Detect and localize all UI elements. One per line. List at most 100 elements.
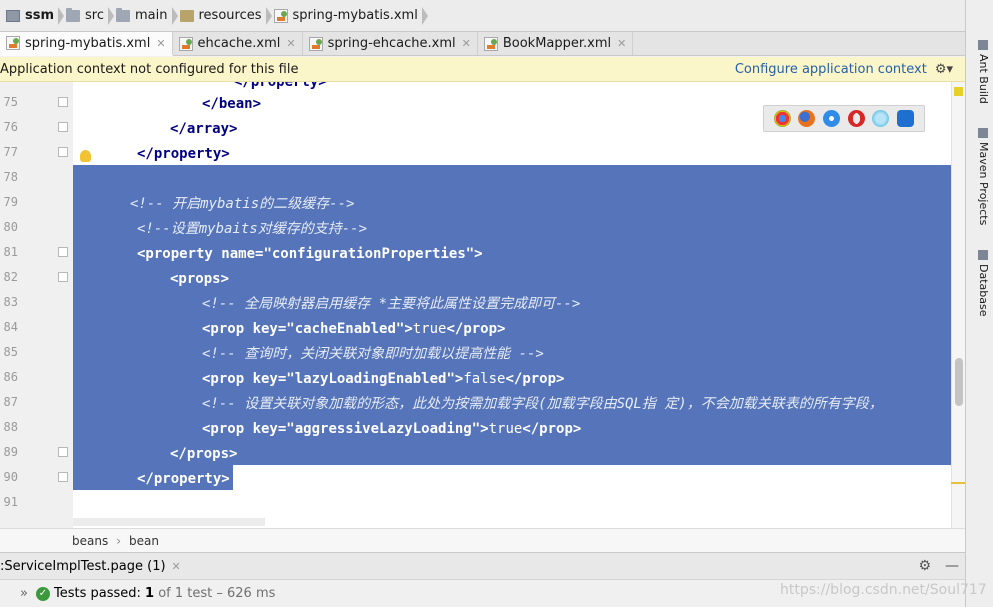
- gear-icon[interactable]: ⚙: [918, 558, 931, 574]
- xml-text: true: [412, 321, 447, 337]
- tab-bookmapper[interactable]: BookMapper.xml ✕: [478, 32, 634, 55]
- crumb-label: main: [135, 8, 168, 23]
- line-number: 87: [3, 395, 18, 409]
- code-line-82: <props>: [170, 267, 229, 292]
- tool-label: Database: [977, 264, 990, 317]
- folder-icon: [116, 7, 131, 22]
- crumb-label: src: [85, 8, 105, 23]
- xml-crumb-beans[interactable]: beans: [72, 534, 108, 548]
- horizontal-scrollbar[interactable]: [73, 518, 265, 526]
- xml-tag: >: [480, 421, 489, 437]
- crumb-label: spring-mybatis.xml: [292, 8, 418, 23]
- crumb-src[interactable]: src: [60, 4, 115, 28]
- database-tool[interactable]: Database: [972, 250, 990, 317]
- fold-marker[interactable]: [58, 122, 68, 132]
- close-icon[interactable]: ✕: [172, 560, 181, 573]
- open-in-browser-bar: [763, 105, 925, 132]
- edge-icon[interactable]: [897, 110, 915, 127]
- xml-attr: key=: [252, 371, 287, 387]
- opera-icon[interactable]: [847, 110, 865, 127]
- fold-marker[interactable]: [58, 97, 68, 107]
- xml-attr: key=: [252, 321, 287, 337]
- module-icon: [6, 9, 20, 22]
- warning-marker[interactable]: [954, 87, 963, 96]
- tab-ehcache[interactable]: ehcache.xml ✕: [173, 32, 303, 55]
- tab-label: spring-mybatis.xml: [25, 35, 151, 51]
- line-number: 91: [3, 495, 18, 509]
- crumb-file[interactable]: spring-mybatis.xml: [268, 4, 428, 28]
- gear-icon[interactable]: ⚙▾: [935, 62, 953, 77]
- code-line-75: </bean>: [202, 92, 261, 117]
- lightbulb-icon[interactable]: [80, 150, 91, 162]
- scrollbar-thumb[interactable]: [955, 358, 963, 406]
- crumb-project[interactable]: ssm: [0, 4, 65, 28]
- xml-tag: </prop>: [446, 321, 506, 337]
- line-number: 75: [3, 95, 18, 109]
- status-prefix: Tests passed:: [53, 586, 141, 601]
- xml-file-icon: [178, 36, 193, 51]
- minimize-icon[interactable]: —: [945, 558, 959, 574]
- xml-tag: <prop: [202, 421, 253, 437]
- xml-tag: >: [474, 246, 483, 262]
- xml-file-icon: [273, 8, 288, 23]
- xml-tag: </prop>: [505, 371, 565, 387]
- status-suffix: of 1 test – 626 ms: [158, 586, 276, 601]
- tab-label: spring-ehcache.xml: [327, 36, 456, 51]
- vertical-scrollbar[interactable]: [951, 82, 965, 528]
- xml-tag: </property>: [137, 471, 230, 487]
- ant-build-tool[interactable]: Ant Build: [972, 40, 990, 104]
- selection-marker: [951, 482, 965, 484]
- crumb-main[interactable]: main: [110, 4, 178, 28]
- code-editor[interactable]: 75 76 77 78 79 80 81 82 83 84 85 86 87 8…: [0, 82, 965, 528]
- chrome-icon[interactable]: [773, 110, 791, 127]
- tab-label: ehcache.xml: [197, 36, 281, 51]
- xml-tag: </property>: [234, 82, 327, 90]
- xml-value: "lazyLoadingEnabled": [286, 371, 455, 387]
- run-panel-header: :ServiceImplTest.page (1) ✕ ⚙ —: [0, 552, 965, 579]
- code-line-90: </property>: [137, 467, 230, 492]
- code-line-77: </property>: [137, 142, 230, 167]
- close-icon[interactable]: ✕: [617, 37, 626, 50]
- tab-spring-ehcache[interactable]: spring-ehcache.xml ✕: [303, 32, 478, 55]
- tab-spring-mybatis[interactable]: spring-mybatis.xml ✕: [0, 32, 173, 56]
- xml-tag: <prop: [202, 321, 253, 337]
- code-line-79: <!-- 开启mybatis的二级缓存-->: [130, 192, 354, 217]
- line-number: 82: [3, 270, 18, 284]
- xml-comment: <!-- 查询时，关闭关联对象即时加载以提高性能 -->: [202, 346, 544, 362]
- line-number: 88: [3, 420, 18, 434]
- banner-message: Application context not configured for t…: [0, 61, 299, 77]
- line-number: 89: [3, 445, 18, 459]
- maven-projects-tool[interactable]: Maven Projects: [972, 128, 990, 225]
- configure-context-link[interactable]: Configure application context: [735, 62, 927, 77]
- expand-icon[interactable]: »: [20, 586, 28, 601]
- xml-tag: </property>: [137, 146, 230, 162]
- close-icon[interactable]: ✕: [286, 37, 295, 50]
- line-number: 81: [3, 245, 18, 259]
- resources-folder-icon: [179, 9, 194, 22]
- safari-icon[interactable]: [823, 110, 841, 127]
- close-icon[interactable]: ✕: [156, 37, 165, 50]
- fold-marker[interactable]: [58, 272, 68, 282]
- crumb-resources[interactable]: resources: [174, 4, 272, 28]
- xml-file-icon: [308, 36, 323, 51]
- fold-marker[interactable]: [58, 247, 68, 257]
- fold-marker[interactable]: [58, 147, 68, 157]
- line-number: 83: [3, 295, 18, 309]
- right-tool-strip: Ant Build Maven Projects Database: [965, 0, 993, 607]
- run-tab[interactable]: :ServiceImplTest.page (1) ✕: [0, 559, 181, 574]
- xml-tag: </prop>: [522, 421, 582, 437]
- database-icon: [978, 250, 988, 260]
- code-line-85: <!-- 查询时，关闭关联对象即时加载以提高性能 -->: [202, 342, 544, 367]
- xml-comment: <!-- 全局映射器启用缓存 *主要将此属性设置完成即可-->: [202, 296, 581, 312]
- firefox-icon[interactable]: [798, 110, 816, 127]
- close-icon[interactable]: ✕: [462, 37, 471, 50]
- fold-marker[interactable]: [58, 447, 68, 457]
- context-banner: Application context not configured for t…: [0, 57, 965, 82]
- fold-marker[interactable]: [58, 472, 68, 482]
- xml-value: "configurationProperties": [263, 246, 475, 262]
- xml-crumb-bean[interactable]: bean: [129, 534, 159, 548]
- line-number: 80: [3, 220, 18, 234]
- check-icon: ✓: [35, 586, 50, 601]
- code-line-87: <!-- 设置关联对象加载的形态，此处为按需加载字段(加载字段由SQL指 定)，…: [202, 392, 951, 417]
- ie-icon[interactable]: [872, 110, 890, 127]
